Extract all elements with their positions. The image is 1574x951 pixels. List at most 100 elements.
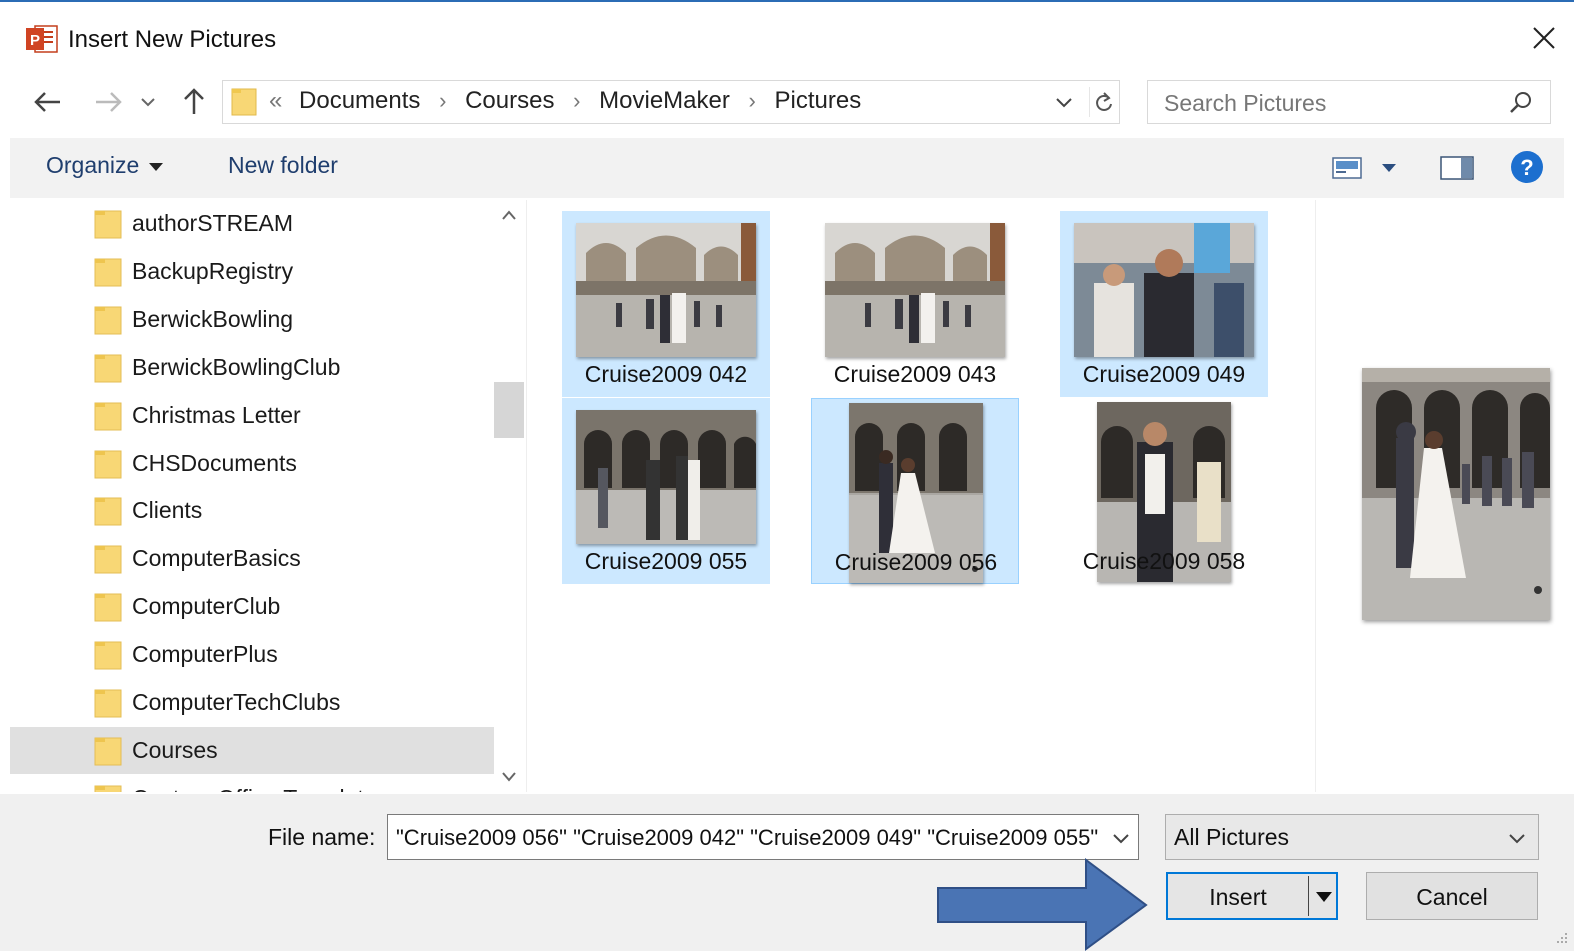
folder-label: Courses — [132, 736, 218, 763]
file-name-caption: Cruise2009 049 — [1082, 361, 1246, 387]
address-dropdown-icon[interactable] — [1053, 91, 1075, 113]
search-input[interactable] — [1162, 87, 1496, 119]
scrollbar-thumb[interactable] — [494, 382, 524, 438]
folder-label: BackupRegistry — [132, 257, 294, 284]
insert-button[interactable]: Insert — [1166, 872, 1338, 920]
folder-icon — [94, 545, 122, 574]
navigation-pane[interactable]: authorSTREAM BackupRegistry BerwickBowling… — [10, 200, 496, 792]
refresh-icon[interactable] — [1089, 87, 1118, 117]
breadcrumb: « Documents › Courses › MovieMaker › Pic… — [269, 87, 861, 115]
breadcrumb-overflow[interactable]: « — [269, 87, 282, 114]
photo-thumbnail — [825, 223, 1005, 357]
file-name-caption: Cruise2009 043 — [833, 361, 997, 387]
help-glyph: ? — [1520, 155, 1533, 180]
file-name-caption: Cruise2009 058 — [1082, 548, 1246, 574]
folder-icon — [94, 258, 122, 287]
back-arrow-icon[interactable] — [30, 84, 66, 120]
folder-icon — [94, 593, 122, 622]
insert-label: Insert — [1209, 884, 1267, 910]
folder-icon — [94, 450, 122, 478]
resize-grip-icon[interactable] — [1552, 930, 1570, 948]
preview-divider[interactable] — [1315, 200, 1316, 792]
folder-label: BerwickBowling — [132, 305, 294, 332]
folder-icon — [231, 88, 257, 116]
file-type-dropdown-icon[interactable] — [1506, 827, 1528, 849]
folder-item[interactable]: authorSTREAM — [10, 200, 496, 247]
breadcrumb-separator-icon[interactable]: › — [439, 88, 446, 113]
close-icon[interactable] — [1526, 20, 1562, 56]
search-icon[interactable] — [1508, 90, 1534, 116]
folder-item[interactable]: ComputerPlus — [10, 631, 496, 678]
file-name-input[interactable] — [394, 822, 1100, 854]
scroll-down-icon[interactable] — [500, 770, 518, 784]
file-tile[interactable]: Cruise2009 042 — [562, 211, 770, 397]
photo-image — [576, 223, 756, 357]
folder-item[interactable]: Clients — [10, 487, 496, 534]
chevron-down-icon — [149, 162, 164, 171]
change-view-icon[interactable] — [1332, 156, 1362, 180]
folder-item[interactable]: ComputerBasics — [10, 535, 496, 582]
view-options-dropdown-icon[interactable] — [1382, 164, 1396, 172]
folder-item[interactable]: CHSDocuments — [10, 440, 496, 487]
folder-item[interactable]: BackupRegistry — [10, 248, 496, 295]
recent-locations-chevron-icon[interactable] — [136, 84, 160, 120]
insert-options-dropdown-icon[interactable] — [1316, 892, 1332, 902]
photo-image — [576, 410, 756, 544]
folder-item[interactable]: BerwickBowlingClub — [10, 344, 496, 391]
folder-label: Christmas Letter — [132, 401, 301, 428]
folder-icon — [94, 641, 122, 670]
folder-item[interactable]: ComputerTechClubs — [10, 679, 496, 726]
breadcrumb-pictures[interactable]: Pictures — [775, 87, 862, 114]
organize-button[interactable]: Organize — [46, 152, 164, 179]
breadcrumb-separator-icon[interactable]: › — [573, 88, 580, 113]
file-type-select[interactable]: All Pictures — [1165, 814, 1539, 860]
thumbnail — [811, 217, 1019, 357]
title-bar: P Insert New Pictures — [0, 2, 1574, 72]
address-bar[interactable]: « Documents › Courses › MovieMaker › Pic… — [222, 80, 1120, 124]
window-title: Insert New Pictures — [68, 26, 277, 53]
folder-label: authorSTREAM — [132, 210, 294, 236]
photo-image — [1074, 223, 1254, 357]
folder-label: ComputerClub — [132, 593, 281, 620]
folder-icon — [94, 210, 122, 239]
file-tile[interactable]: Cruise2009 049 — [1060, 211, 1268, 397]
file-name-dropdown-icon[interactable] — [1110, 827, 1132, 849]
svg-text:P: P — [30, 32, 40, 49]
preview-pane-icon[interactable] — [1440, 156, 1474, 180]
powerpoint-icon: P — [26, 25, 58, 53]
folder-item[interactable]: Christmas Letter — [10, 392, 496, 439]
file-name-combobox[interactable] — [387, 814, 1139, 860]
folder-icon — [94, 689, 122, 718]
folder-label: ComputerTechClubs — [132, 689, 341, 715]
file-tile[interactable]: Cruise2009 055 — [562, 398, 770, 584]
breadcrumb-documents[interactable]: Documents — [299, 87, 420, 114]
file-name-label: File name: — [268, 824, 376, 850]
thumbnail — [1060, 217, 1268, 357]
file-tile[interactable]: Cruise2009 058 — [1060, 398, 1268, 584]
breadcrumb-separator-icon[interactable]: › — [749, 88, 756, 113]
file-type-value: All Pictures — [1174, 824, 1290, 850]
help-icon[interactable]: ? — [1510, 150, 1544, 184]
file-tile[interactable]: Cruise2009 056 — [811, 398, 1019, 584]
breadcrumb-moviemaker[interactable]: MovieMaker — [599, 87, 730, 114]
new-folder-button[interactable]: New folder — [228, 152, 338, 179]
folder-label: CHSDocuments — [132, 449, 297, 476]
folder-item[interactable]: Courses — [10, 726, 496, 774]
search-box[interactable] — [1147, 80, 1551, 124]
navigation-scrollbar[interactable] — [494, 200, 524, 792]
scroll-up-icon[interactable] — [500, 208, 518, 222]
photo-thumbnail — [1074, 223, 1254, 357]
organize-label: Organize — [46, 152, 140, 178]
split-divider — [1308, 876, 1309, 916]
forward-arrow-icon[interactable] — [90, 84, 126, 120]
up-arrow-icon[interactable] — [176, 84, 212, 120]
folder-item[interactable]: Custom Office Templates — [10, 775, 496, 792]
file-tile[interactable]: Cruise2009 043 — [811, 211, 1019, 397]
folder-item[interactable]: ComputerClub — [10, 583, 496, 630]
photo-image — [825, 223, 1005, 357]
cancel-button[interactable]: Cancel — [1366, 872, 1538, 920]
folder-icon — [94, 306, 122, 335]
folder-item[interactable]: BerwickBowling — [10, 296, 496, 343]
folder-icon — [94, 497, 122, 526]
breadcrumb-courses[interactable]: Courses — [465, 87, 554, 114]
